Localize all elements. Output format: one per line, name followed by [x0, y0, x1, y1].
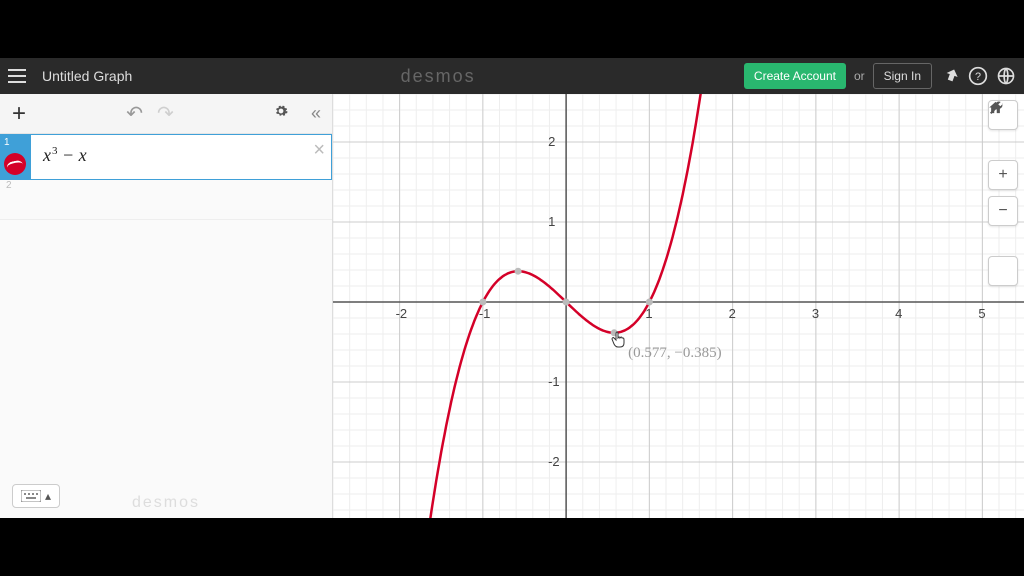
svg-text:-1: -1: [548, 374, 560, 389]
hamburger-icon[interactable]: [8, 65, 30, 87]
svg-text:-2: -2: [396, 306, 408, 321]
brand-logo: desmos: [140, 66, 736, 87]
plot-svg: -2-112345-2-112: [333, 94, 1024, 518]
cursor-pointer-icon: [611, 331, 627, 349]
sign-in-button[interactable]: Sign In: [873, 63, 932, 89]
empty-expression-row[interactable]: 2: [0, 180, 332, 220]
help-icon[interactable]: ?: [968, 66, 988, 86]
empty-row-index: 2: [6, 180, 12, 191]
zoom-in-button[interactable]: +: [988, 160, 1018, 190]
zoom-out-button[interactable]: −: [988, 196, 1018, 226]
graph-canvas[interactable]: -2-112345-2-112 (0.577, −0.385) + −: [333, 94, 1024, 518]
redo-icon[interactable]: ↷: [157, 101, 174, 126]
svg-text:?: ?: [975, 71, 981, 83]
hover-coordinates: (0.577, −0.385): [628, 345, 721, 362]
add-expression-button[interactable]: +: [0, 100, 38, 128]
home-icon[interactable]: [988, 256, 1018, 286]
delete-expression-icon[interactable]: ×: [313, 139, 325, 162]
svg-text:4: 4: [895, 306, 902, 321]
expression-index: 1: [1, 135, 31, 179]
expression-input[interactable]: x3 − x: [31, 135, 331, 179]
graph-title[interactable]: Untitled Graph: [42, 68, 132, 84]
main-body: + ↶ ↷ « 1 x3 − x × 2: [0, 94, 1024, 518]
desmos-app: Untitled Graph desmos Create Account or …: [0, 58, 1024, 518]
svg-text:2: 2: [729, 306, 736, 321]
settings-gear-icon[interactable]: [262, 102, 300, 125]
expression-row[interactable]: 1 x3 − x ×: [0, 134, 332, 180]
language-icon[interactable]: [996, 66, 1016, 86]
svg-text:3: 3: [812, 306, 819, 321]
svg-text:2: 2: [548, 134, 555, 149]
top-bar: Untitled Graph desmos Create Account or …: [0, 58, 1024, 94]
graph-tools: + −: [988, 100, 1018, 286]
svg-text:-2: -2: [548, 454, 560, 469]
or-text: or: [854, 69, 865, 83]
svg-text:1: 1: [548, 214, 555, 229]
expression-index-number: 1: [4, 137, 10, 148]
chevron-up-icon: ▴: [45, 489, 51, 503]
share-icon[interactable]: [940, 66, 960, 86]
collapse-panel-icon[interactable]: «: [300, 103, 332, 124]
svg-text:5: 5: [978, 306, 985, 321]
create-account-button[interactable]: Create Account: [744, 63, 846, 89]
expression-toolbar: + ↶ ↷ «: [0, 94, 332, 134]
keyboard-icon: [21, 490, 41, 502]
expression-curve-icon[interactable]: [4, 153, 26, 175]
expression-panel: + ↶ ↷ « 1 x3 − x × 2: [0, 94, 333, 518]
undo-icon[interactable]: ↶: [126, 101, 143, 126]
keyboard-toggle[interactable]: ▴: [12, 484, 60, 508]
